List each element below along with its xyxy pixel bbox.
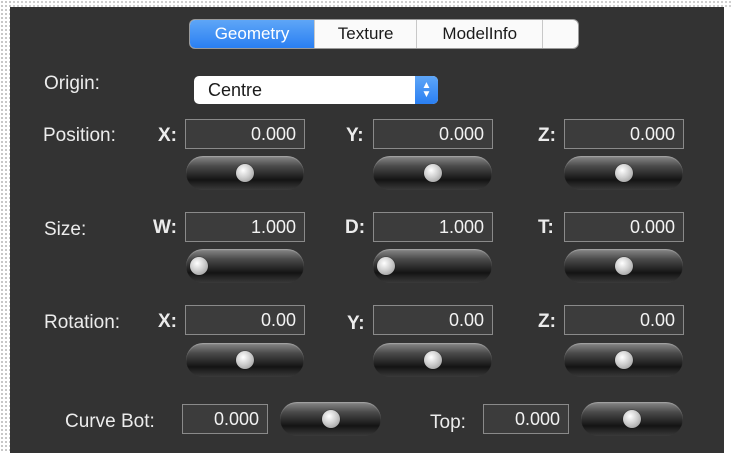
origin-select[interactable]: Centre ▲ ▼ bbox=[194, 76, 438, 104]
curve-bot-slider[interactable] bbox=[280, 402, 381, 436]
rotation-z-field[interactable]: 0.00 bbox=[564, 305, 684, 335]
slider-knob[interactable] bbox=[423, 351, 442, 369]
rotation-z-axis-label: Z: bbox=[538, 311, 556, 332]
position-x-axis-label: X: bbox=[158, 125, 177, 146]
position-y-field[interactable]: 0.000 bbox=[373, 119, 493, 149]
rotation-x-slider[interactable] bbox=[186, 343, 304, 377]
position-z-axis-label: Z: bbox=[538, 125, 556, 146]
size-label: Size: bbox=[44, 219, 87, 240]
size-d-slider[interactable] bbox=[373, 249, 492, 283]
position-y-slider[interactable] bbox=[373, 156, 492, 190]
rotation-y-axis-label: Y: bbox=[347, 313, 365, 334]
size-t-axis-label: T: bbox=[538, 217, 554, 238]
size-d-axis-label: D: bbox=[345, 217, 366, 238]
curve-top-label: Top: bbox=[430, 412, 466, 433]
rotation-z-slider[interactable] bbox=[564, 343, 683, 377]
tab-texture[interactable]: Texture bbox=[315, 20, 418, 48]
tab-bar: Geometry Texture ModelInfo bbox=[190, 20, 578, 48]
position-y-axis-label: Y: bbox=[346, 125, 364, 146]
position-x-field[interactable]: 0.000 bbox=[185, 119, 305, 149]
tab-empty bbox=[543, 20, 578, 48]
size-w-slider[interactable] bbox=[186, 249, 304, 283]
position-label: Position: bbox=[43, 125, 116, 146]
slider-knob[interactable] bbox=[377, 257, 395, 275]
curve-bot-field[interactable]: 0.000 bbox=[182, 404, 268, 434]
slider-knob[interactable] bbox=[190, 257, 208, 275]
rotation-x-field[interactable]: 0.00 bbox=[185, 305, 305, 335]
curve-top-slider[interactable] bbox=[581, 402, 683, 436]
slider-knob[interactable] bbox=[321, 410, 340, 428]
rotation-y-slider[interactable] bbox=[373, 343, 492, 377]
slider-knob[interactable] bbox=[614, 351, 633, 369]
rotation-label: Rotation: bbox=[44, 312, 121, 333]
slider-knob[interactable] bbox=[423, 164, 442, 182]
size-d-field[interactable]: 1.000 bbox=[373, 212, 493, 242]
size-t-slider[interactable] bbox=[564, 249, 683, 283]
slider-knob[interactable] bbox=[614, 257, 633, 275]
position-z-slider[interactable] bbox=[564, 156, 683, 190]
position-z-field[interactable]: 0.000 bbox=[564, 119, 684, 149]
slider-knob[interactable] bbox=[236, 164, 254, 182]
background-dots-top bbox=[12, 0, 732, 7]
tab-geometry[interactable]: Geometry bbox=[190, 20, 316, 48]
rotation-y-field[interactable]: 0.00 bbox=[373, 305, 493, 335]
size-w-axis-label: W: bbox=[153, 217, 177, 238]
slider-knob[interactable] bbox=[614, 164, 633, 182]
position-x-slider[interactable] bbox=[186, 156, 304, 190]
slider-knob[interactable] bbox=[236, 351, 254, 369]
geometry-panel: Geometry Texture ModelInfo Origin: Centr… bbox=[10, 7, 724, 453]
slider-knob[interactable] bbox=[623, 410, 641, 428]
size-w-field[interactable]: 1.000 bbox=[185, 212, 305, 242]
rotation-x-axis-label: X: bbox=[158, 311, 177, 332]
origin-label: Origin: bbox=[44, 73, 100, 94]
curve-bot-label: Curve Bot: bbox=[65, 411, 155, 432]
origin-select-value: Centre bbox=[208, 80, 263, 100]
size-t-field[interactable]: 0.000 bbox=[564, 212, 684, 242]
chevron-up-down-icon: ▲ ▼ bbox=[415, 76, 438, 104]
curve-top-field[interactable]: 0.000 bbox=[483, 404, 569, 434]
tab-modelinfo[interactable]: ModelInfo bbox=[417, 20, 544, 48]
